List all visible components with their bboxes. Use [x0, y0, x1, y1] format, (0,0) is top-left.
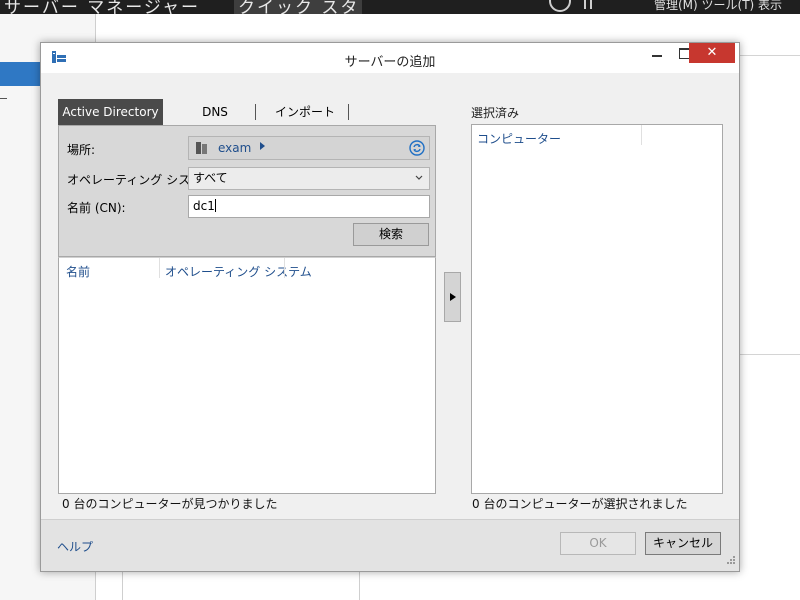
background-divider — [0, 98, 7, 99]
dialog-title: サーバーの追加 — [344, 55, 436, 70]
background-window-title: サーバー マネージャー — [4, 0, 201, 14]
name-label: 名前 (CN): — [67, 201, 126, 215]
cancel-button[interactable]: キャンセル — [645, 532, 721, 555]
help-link[interactable]: ヘルプ — [57, 538, 93, 555]
ok-button[interactable]: OK — [560, 532, 636, 555]
resize-grip-icon[interactable] — [724, 555, 736, 567]
close-button[interactable]: ✕ — [689, 43, 735, 63]
column-divider[interactable] — [159, 258, 160, 278]
breadcrumb-arrow-icon[interactable] — [260, 142, 265, 150]
results-count: 0 台のコンピューターが見つかりました — [62, 497, 278, 511]
os-select-value: すべて — [193, 171, 228, 185]
tab-import[interactable]: インポート — [270, 99, 340, 125]
column-header-os[interactable]: オペレーティング システム — [165, 263, 312, 280]
tab-divider — [255, 104, 256, 120]
column-header-name[interactable]: 名前 — [66, 263, 90, 280]
background-highlighted-label: クイック スタート — [238, 0, 360, 14]
add-to-selected-button[interactable] — [444, 272, 461, 322]
search-button[interactable]: 検索 — [353, 223, 429, 246]
background-titlebar: サーバー マネージャー クイック スタート 管理(M) ツール(T) 表示 — [0, 0, 800, 14]
tab-dns[interactable]: DNS — [195, 99, 235, 125]
dialog-footer: ヘルプ OK キャンセル — [41, 519, 739, 571]
column-divider[interactable] — [641, 125, 642, 145]
location-label: 場所: — [67, 143, 96, 157]
background-highlighted-item[interactable]: クイック スタート — [234, 0, 362, 14]
selected-count: 0 台のコンピューターが選択されました — [472, 497, 688, 511]
name-input-value: dc1 — [193, 199, 215, 213]
background-selected-nav-item[interactable] — [0, 62, 44, 86]
tab-active-directory[interactable]: Active Directory — [58, 99, 163, 125]
location-selector[interactable]: exam — [188, 136, 430, 160]
close-icon: ✕ — [706, 45, 718, 60]
column-header-computer[interactable]: コンピューター — [477, 130, 561, 147]
text-caret — [214, 199, 216, 212]
minimize-button[interactable] — [643, 43, 671, 63]
dialog-titlebar[interactable]: サーバーの追加 ✕ — [41, 43, 739, 73]
search-panel: 場所: exam オペレーティング システム: すべて 名前 (CN): dc1… — [58, 125, 436, 257]
location-value[interactable]: exam — [218, 141, 251, 155]
background-flag-icon[interactable] — [584, 0, 592, 9]
refresh-icon[interactable] — [409, 140, 425, 156]
tab-divider — [348, 104, 349, 120]
background-tile — [122, 568, 360, 600]
background-refresh-icon[interactable] — [549, 0, 571, 12]
add-servers-dialog: サーバーの追加 ✕ Active Directory DNS インポート 場所:… — [40, 42, 740, 572]
selected-list[interactable]: コンピューター — [471, 124, 723, 494]
background-menu-bar[interactable]: 管理(M) ツール(T) 表示 — [654, 0, 782, 13]
name-input[interactable]: dc1 — [188, 195, 430, 218]
server-icon — [196, 142, 207, 154]
os-select[interactable]: すべて — [188, 167, 430, 190]
selected-header: 選択済み — [471, 106, 520, 120]
chevron-down-icon — [415, 175, 423, 180]
column-divider[interactable] — [284, 258, 285, 278]
results-list[interactable]: 名前 オペレーティング システム — [58, 257, 436, 494]
background-right-panel — [740, 55, 800, 355]
